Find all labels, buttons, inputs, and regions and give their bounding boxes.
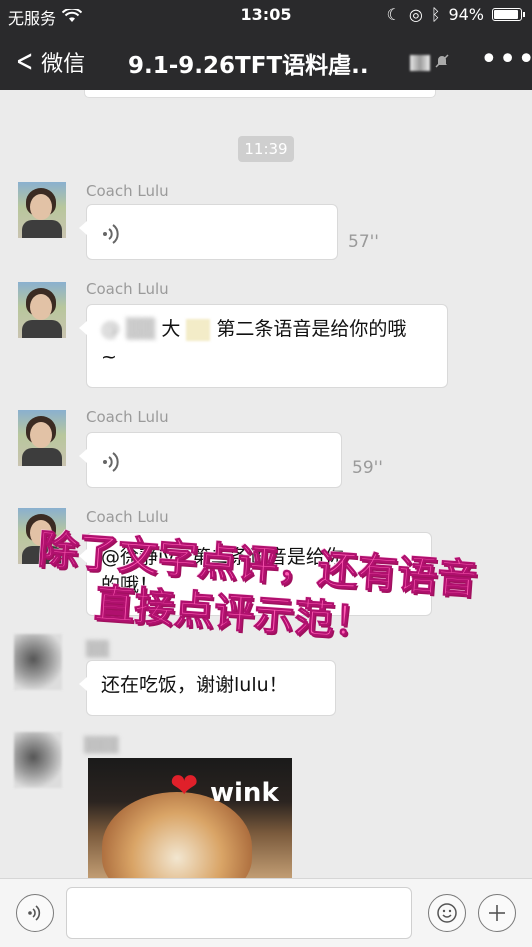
battery-percent: 94% [448,5,484,24]
battery-icon [492,8,525,21]
sender-name: Coach Lulu [86,508,169,526]
chat-area[interactable]: 11:39 Coach Lulu 57'' Coach Lulu @ ▒▒ 大 … [0,90,532,878]
sender-name: Coach Lulu [86,408,169,426]
bluetooth-icon: ᛒ [430,5,441,24]
sticker-image[interactable]: ❤ wink [88,758,292,878]
moon-icon: ☾ [386,5,401,24]
message-text: 大 [161,318,181,340]
message-text: 还在吃饭，谢谢lulu！ [101,674,288,696]
emoji-icon[interactable] [428,894,466,932]
avatar[interactable] [14,732,62,788]
message-text: 第二条语音是给你 [191,546,344,568]
mute-indicator [410,52,450,74]
back-button[interactable]: < 微信 [12,46,85,78]
blurred-region [186,318,211,341]
text-message-bubble[interactable]: @ ▒▒ 大 第二条语音是给你的哦 ~ [79,304,448,388]
blurred-region: ▒▒ [86,640,110,658]
heart-icon: ❤ [170,766,199,806]
text-message-bubble[interactable]: @徐静ivy 第二条语音是给你 的哦！ [79,532,432,616]
avatar[interactable] [18,282,66,338]
voice-wave-icon [103,224,119,244]
message-line: @徐静ivy 第二条语音是给你 [101,543,417,571]
message-text: 的哦！ [101,574,159,596]
mute-icon [434,53,450,73]
back-label: 微信 [41,52,86,77]
status-bar: 无服务 13:05 ☾ ◎ ᛒ 94% [0,0,532,30]
voice-message-bubble[interactable] [79,432,342,488]
voice-message-bubble[interactable] [79,204,338,260]
avatar[interactable] [18,410,66,466]
avatar[interactable] [14,634,62,690]
chevron-left-icon: < [15,44,34,79]
blurred-region: ▒▒▒ [84,736,119,754]
text-message-bubble[interactable]: 还在吃饭，谢谢lulu！ [79,660,336,716]
nav-bar: < 微信 9.1-9.26TFT语料虐.. ••• [0,30,532,90]
avatar[interactable] [18,508,66,564]
location-icon: ◎ [408,5,423,24]
message-text: @徐静ivy [101,546,186,568]
message-text: ~ [101,346,117,368]
blurred-region [410,55,430,71]
sender-name: Coach Lulu [86,280,169,298]
avatar[interactable] [18,182,66,238]
battery-fill [494,10,518,19]
chat-title: 9.1-9.26TFT语料虐.. [128,53,369,79]
sender-name: Coach Lulu [86,182,169,200]
message-text: 第二条语音是给你的哦 [216,318,407,340]
sticker-caption: wink [210,778,279,808]
message-line: @ ▒▒ 大 第二条语音是给你的哦 [101,315,433,343]
voice-duration: 59'' [352,458,383,478]
voice-wave-icon [103,452,119,472]
plus-icon[interactable] [478,894,516,932]
voice-input-icon[interactable] [16,894,54,932]
more-icon[interactable]: ••• [480,42,532,77]
input-bar [0,878,532,947]
message-input[interactable] [66,887,412,939]
blurred-region: @ ▒▒ [101,318,156,340]
voice-duration: 57'' [348,232,379,252]
timestamp-chip: 11:39 [238,136,294,162]
previous-message-bubble [84,90,436,98]
